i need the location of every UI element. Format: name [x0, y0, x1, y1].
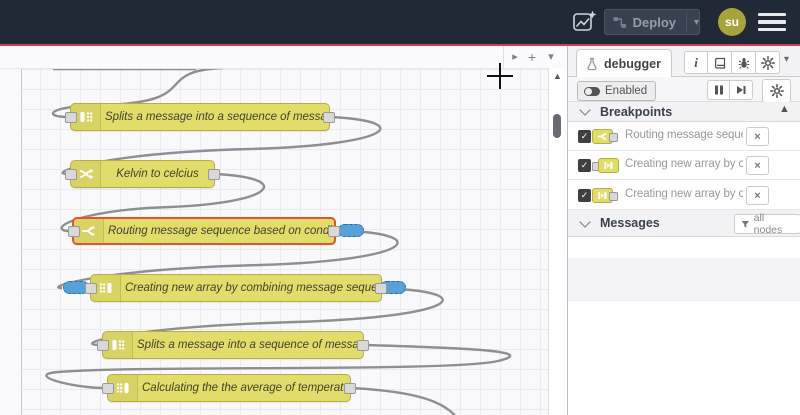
- node-change-kelvin[interactable]: Kelvin to celcius: [65, 160, 220, 188]
- mini-join-node-output: [592, 187, 622, 204]
- messages-section-header[interactable]: Messages all nodes: [568, 210, 800, 237]
- gear-icon: [769, 84, 784, 98]
- step-button[interactable]: [730, 80, 753, 100]
- info-button[interactable]: i: [684, 51, 708, 74]
- deploy-caret-icon[interactable]: ▾: [694, 17, 699, 28]
- gear-icon: [760, 55, 775, 70]
- input-port[interactable]: [97, 339, 109, 351]
- flow-tab-strip: ▸ + ▾: [0, 46, 566, 69]
- main-menu-icon[interactable]: [758, 13, 786, 31]
- sidebar-tab-buttons: i: [684, 51, 780, 74]
- sidebar-caret-icon[interactable]: ▾: [784, 54, 789, 65]
- bug-icon: [738, 57, 749, 69]
- tab-debugger[interactable]: debugger: [576, 49, 672, 77]
- breakpoint-row: ✓ Routing message sequence based on cond…: [568, 122, 800, 151]
- node-join-array[interactable]: Creating new array by combining message …: [85, 274, 387, 302]
- add-flow-button[interactable]: +: [523, 48, 541, 66]
- deploy-button[interactable]: Deploy ▾: [604, 9, 700, 35]
- sidebar-tab-bar: debugger i ▾: [568, 46, 800, 77]
- deploy-separator: [686, 13, 687, 31]
- input-port[interactable]: [65, 168, 77, 180]
- node-split-2[interactable]: Splits a message into a sequence of mess…: [97, 331, 369, 359]
- output-port[interactable]: [375, 282, 387, 294]
- scroll-up-icon[interactable]: ▲: [549, 71, 566, 81]
- node-label: Creating new array by combining message …: [125, 282, 381, 294]
- canvas-scrollbar[interactable]: ▲: [548, 68, 566, 415]
- breakpoint-label: Creating new array by combining message …: [625, 158, 743, 170]
- breakpoint-row: ✓ Creating new array by combining messag…: [568, 181, 800, 210]
- input-port[interactable]: [68, 225, 80, 237]
- settings-button[interactable]: [756, 51, 780, 74]
- remove-breakpoint-button[interactable]: ×: [746, 186, 769, 205]
- pause-icon: [714, 85, 723, 95]
- step-icon: [737, 86, 746, 94]
- help-book-button[interactable]: [708, 51, 732, 74]
- flow-canvas[interactable]: Splits a message into a sequence of mess…: [0, 46, 566, 415]
- breakpoint-checkbox[interactable]: ✓: [578, 189, 591, 202]
- tab-scroll-right-icon[interactable]: ▸: [506, 48, 524, 66]
- node-switch-routing[interactable]: Routing message sequence based on condit…: [68, 217, 340, 245]
- breakpoints-scroll-up-icon[interactable]: ▲: [779, 103, 790, 115]
- output-port: [609, 133, 618, 142]
- input-port[interactable]: [85, 282, 97, 294]
- node-label: Splits a message into a sequence of mess…: [137, 339, 363, 351]
- mini-switch-node-output: [592, 128, 622, 145]
- output-port[interactable]: [328, 225, 340, 237]
- remove-breakpoint-button[interactable]: ×: [746, 156, 769, 175]
- flask-icon: [587, 57, 597, 70]
- tab-debugger-label: debugger: [604, 56, 661, 71]
- header-bar: Deploy ▾ su: [0, 0, 800, 46]
- enabled-label: Enabled: [605, 85, 648, 97]
- deploy-label: Deploy: [632, 14, 676, 30]
- breakpoint-label: Creating new array by combining message …: [625, 188, 743, 200]
- enabled-toggle[interactable]: Enabled: [577, 81, 657, 101]
- node-split-1[interactable]: Splits a message into a sequence of mess…: [65, 103, 335, 131]
- input-port[interactable]: [65, 111, 77, 123]
- debug-bug-button[interactable]: [732, 51, 756, 74]
- node-label: Calculating the the average of temperatu…: [142, 382, 350, 394]
- debugger-settings-button[interactable]: [762, 79, 791, 103]
- message-list-empty: [568, 237, 800, 258]
- node-label: Kelvin to celcius: [116, 168, 199, 180]
- pause-button[interactable]: [707, 80, 730, 100]
- deploy-nodes-icon: [613, 16, 627, 28]
- breakpoint-checkbox[interactable]: ✓: [578, 159, 591, 172]
- node-join-average[interactable]: Calculating the the average of temperatu…: [102, 374, 356, 402]
- user-avatar[interactable]: su: [718, 8, 746, 36]
- breakpoints-section-header[interactable]: Breakpoints ▲: [568, 102, 800, 122]
- debugger-toolbar: Enabled: [568, 77, 800, 103]
- remove-breakpoint-button[interactable]: ×: [746, 127, 769, 146]
- mini-join-node-input: [592, 157, 622, 174]
- breakpoint-row: ✓ Creating new array by combining messag…: [568, 151, 800, 180]
- scrollbar-thumb[interactable]: [553, 114, 561, 138]
- funnel-icon: [741, 220, 749, 228]
- output-port[interactable]: [208, 168, 220, 180]
- input-port[interactable]: [102, 382, 114, 394]
- flow-export-sparkle-icon[interactable]: [572, 9, 598, 35]
- chevron-down-icon: [579, 104, 591, 116]
- node-label: Routing message sequence based on condit…: [108, 225, 334, 237]
- toggle-icon: [584, 86, 600, 96]
- breakpoint-checkbox[interactable]: ✓: [578, 130, 591, 143]
- breakpoint-label: Routing message sequence based on condit…: [625, 129, 743, 141]
- output-port[interactable]: [357, 339, 369, 351]
- chevron-down-icon: [579, 215, 591, 228]
- output-port[interactable]: [344, 382, 356, 394]
- messages-title: Messages: [600, 216, 660, 230]
- node-red-app: Deploy ▾ su Splits a message into a sequ…: [0, 0, 800, 415]
- output-port: [609, 192, 618, 201]
- debug-sidebar: debugger i ▾ Enabled Breakpoints ▲ ✓ Rou…: [567, 46, 800, 415]
- message-filter-button[interactable]: all nodes: [734, 212, 800, 236]
- breakpoint-marker-switch-output[interactable]: [338, 224, 364, 237]
- tab-strip-separator: [503, 46, 504, 68]
- node-label: Splits a message into a sequence of mess…: [105, 111, 329, 123]
- flow-list-icon[interactable]: ▾: [542, 48, 560, 66]
- filter-label: all nodes: [753, 212, 783, 236]
- output-port[interactable]: [323, 111, 335, 123]
- playback-buttons: [707, 80, 753, 100]
- book-icon: [714, 57, 725, 69]
- breakpoints-title: Breakpoints: [600, 104, 673, 119]
- message-list-footer: [568, 258, 800, 301]
